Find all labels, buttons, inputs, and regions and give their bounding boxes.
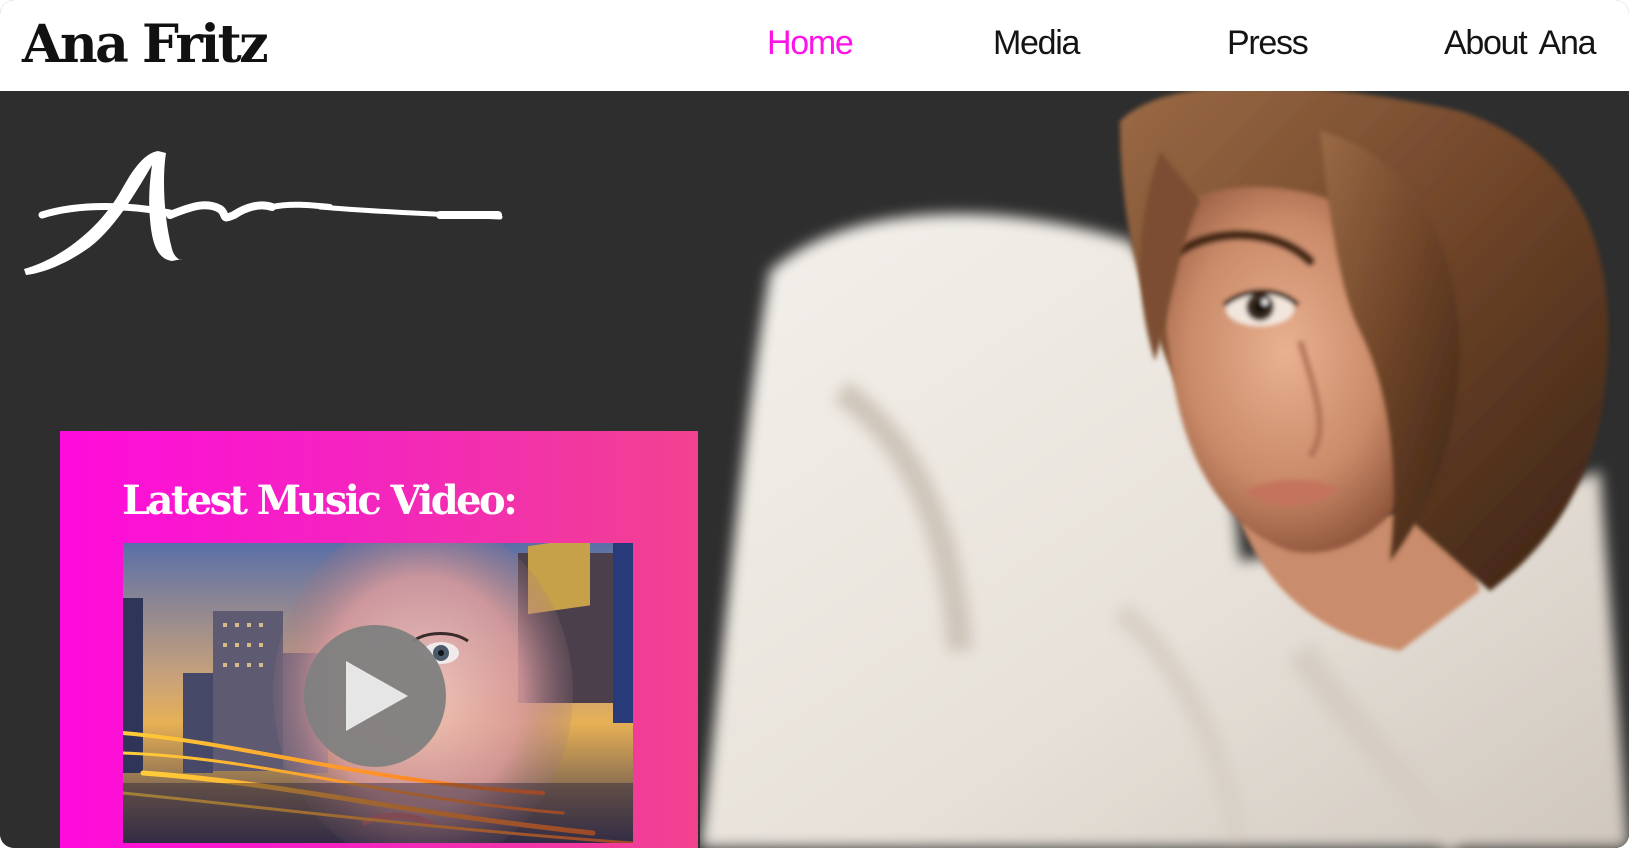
- nav-link-press[interactable]: Press: [1227, 20, 1309, 66]
- nav-link-about-ana[interactable]: About Ana: [1444, 20, 1597, 66]
- page-frame: Ana Fritz Home Media Press About Ana Lat…: [0, 0, 1629, 848]
- latest-video-heading: Latest Music Video:: [122, 477, 518, 524]
- nav-link-media[interactable]: Media: [993, 20, 1080, 66]
- hero-portrait-image: [700, 91, 1629, 848]
- latest-video-card: Latest Music Video:: [60, 431, 698, 848]
- site-header: Ana Fritz Home Media Press About Ana: [0, 0, 1629, 91]
- signature-logo: [24, 151, 503, 275]
- nav-link-home[interactable]: Home: [767, 20, 854, 66]
- music-video-thumbnail[interactable]: [123, 543, 633, 843]
- play-icon: [346, 661, 408, 731]
- hero-section: Latest Music Video:: [0, 91, 1629, 848]
- play-button[interactable]: [304, 625, 446, 767]
- site-title[interactable]: Ana Fritz: [22, 10, 269, 80]
